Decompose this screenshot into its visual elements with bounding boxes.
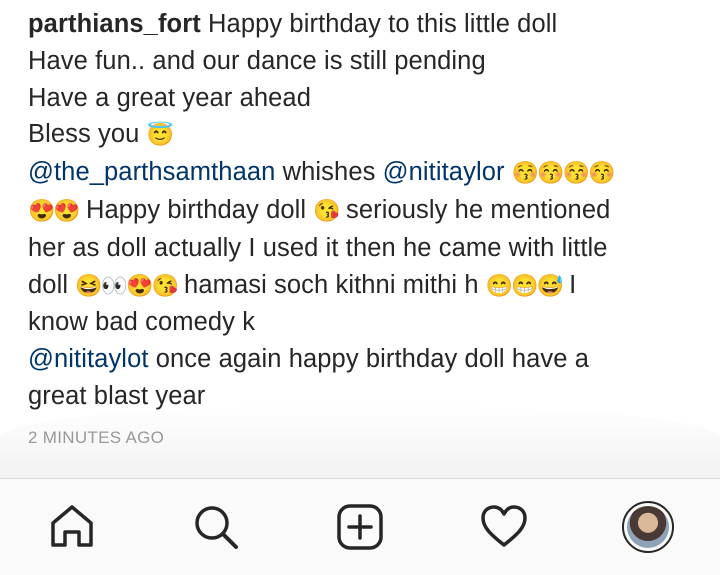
- comment-segment: once again happy birthday doll have a: [148, 345, 589, 374]
- comment-segment: Happy birthday to this little doll: [200, 10, 558, 38]
- comment-line-4: Bless you 😇: [28, 116, 708, 154]
- comment-line-7: her as doll actually I used it then he c…: [28, 233, 608, 262]
- avatar-image: [627, 506, 669, 548]
- comment-line-9: know bad comedy k: [28, 308, 256, 337]
- add-post-icon: [337, 504, 383, 550]
- profile-avatar: [622, 501, 674, 553]
- mixed-emojis: 😆👀😍😘: [75, 272, 179, 298]
- nav-profile-button[interactable]: [616, 495, 680, 559]
- comment-line-8: doll 😆👀😍😘 hamasi soch kithni mithi h 😁😁😅…: [28, 267, 708, 305]
- comment-timestamp: 2 MINUTES AGO: [28, 428, 165, 447]
- comment-line-3: Have a great year ahead: [28, 83, 311, 112]
- comment-segment: whishes: [275, 158, 383, 187]
- comment-segment: hamasi soch kithni mithi h: [176, 270, 486, 299]
- mention-link[interactable]: @nititaylor: [383, 158, 505, 186]
- blow-kiss-emoji: 😘: [313, 197, 340, 223]
- comment-line-1: parthians_fort Happy birthday to this li…: [28, 6, 708, 43]
- comment-line-10: @nititaylot once again happy birthday do…: [28, 341, 708, 378]
- comment-segment: Happy birthday doll: [78, 195, 314, 224]
- home-icon: [51, 505, 93, 547]
- comment-segment: I: [561, 270, 577, 299]
- angel-emoji: 😇: [146, 122, 174, 148]
- comment-line-5: @the_parthsamthaan whishes @nititaylor 😚…: [28, 154, 708, 192]
- nav-activity-button[interactable]: [472, 495, 536, 559]
- nav-search-button[interactable]: [184, 495, 248, 559]
- comment-line-6: 😍😍 Happy birthday doll 😘 seriously he me…: [28, 192, 708, 230]
- comment-text: parthians_fort Happy birthday to this li…: [28, 6, 708, 415]
- username-link[interactable]: parthians_fort: [28, 10, 201, 38]
- mention-link[interactable]: @the_parthsamthaan: [28, 158, 275, 186]
- bottom-nav-bar: [0, 478, 720, 575]
- comment-line-2: Have fun.. and our dance is still pendin…: [28, 46, 486, 75]
- comment-segment: seriously he mentioned: [338, 195, 611, 224]
- search-icon: [195, 506, 238, 549]
- kiss-emojis: 😚😚😚😚: [511, 160, 616, 186]
- mention-link[interactable]: @nititaylot: [28, 345, 149, 373]
- comment-segment: doll: [28, 270, 76, 299]
- laugh-emojis: 😁😁😅: [485, 272, 564, 298]
- heart-eyes-emojis: 😍😍: [28, 197, 81, 223]
- nav-home-button[interactable]: [40, 495, 104, 559]
- heart-icon: [481, 505, 527, 547]
- comment-segment: Bless you: [28, 120, 147, 149]
- nav-new-post-button[interactable]: [328, 495, 392, 559]
